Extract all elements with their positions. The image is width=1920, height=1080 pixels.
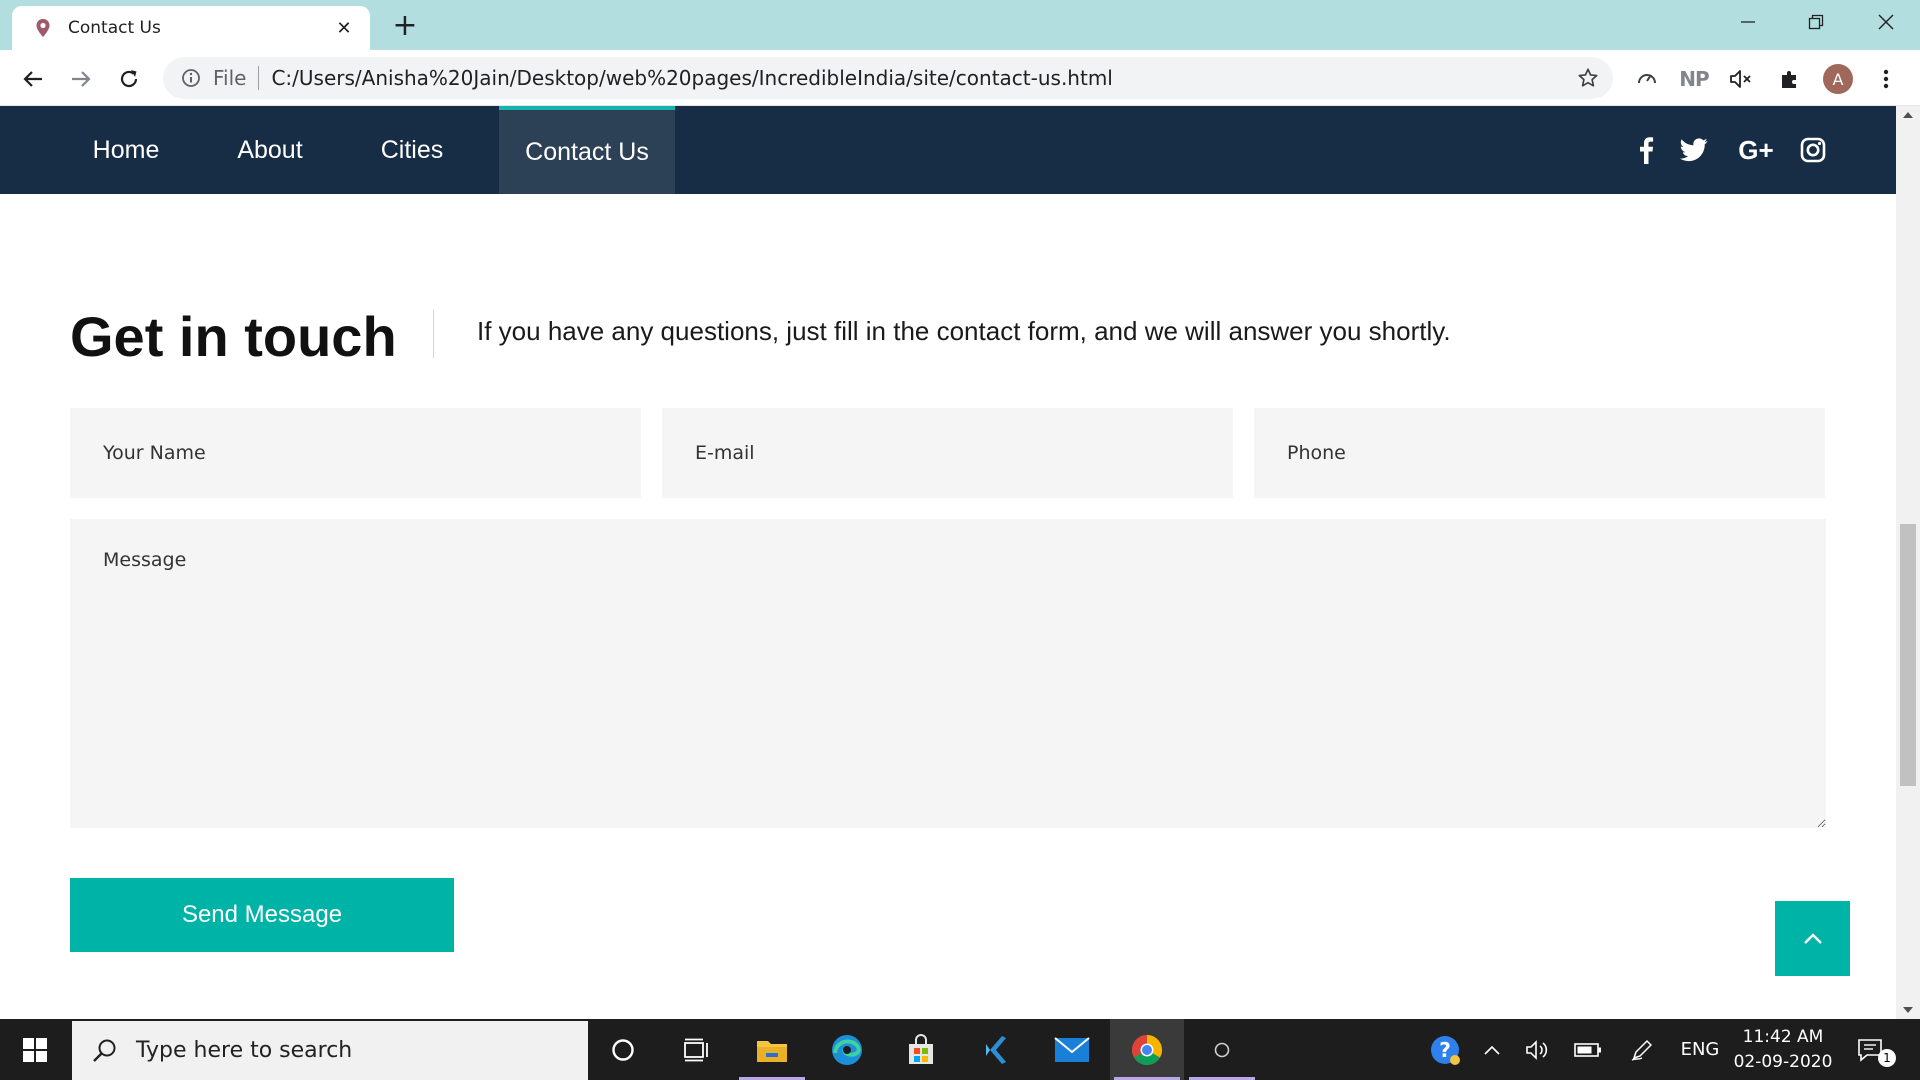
notification-count-badge: 1 — [1878, 1049, 1896, 1067]
visual-studio-code-icon[interactable] — [960, 1019, 1034, 1080]
contact-heading: Get in touch — [70, 305, 397, 368]
facebook-icon[interactable] — [1628, 132, 1664, 168]
clock-time: 11:42 AM — [1742, 1027, 1824, 1047]
windows-taskbar: Type here to search ? ENG 11:42 AM 02-09… — [0, 1019, 1920, 1080]
clock-date: 02-09-2020 — [1733, 1052, 1833, 1072]
tab-close-icon[interactable]: ✕ — [332, 16, 356, 40]
mute-tab-icon[interactable] — [1724, 61, 1760, 97]
microsoft-store-icon[interactable] — [884, 1019, 958, 1080]
volume-icon[interactable] — [1520, 1019, 1556, 1080]
restore-icon[interactable] — [1782, 0, 1850, 44]
name-field[interactable] — [70, 408, 641, 498]
email-field[interactable] — [662, 408, 1233, 498]
taskbar-search-placeholder: Type here to search — [136, 1038, 353, 1063]
np-extension-label: NP — [1679, 67, 1709, 91]
performance-gauge-icon[interactable] — [1629, 61, 1665, 97]
avatar-letter: A — [1823, 64, 1853, 94]
mail-icon[interactable] — [1035, 1019, 1109, 1080]
taskbar-search-box[interactable]: Type here to search — [72, 1021, 588, 1080]
help-icon[interactable]: ? — [1424, 1019, 1466, 1080]
minimize-icon[interactable] — [1714, 0, 1782, 44]
contact-lead-text: If you have any questions, just fill in … — [477, 316, 1451, 346]
task-view-icon[interactable] — [660, 1019, 734, 1080]
browser-toolbar: File C:/Users/Anisha%20Jain/Desktop/web%… — [0, 50, 1920, 106]
scroll-up-arrow-icon[interactable] — [1896, 106, 1920, 124]
page-scrollbar[interactable] — [1896, 106, 1920, 1019]
nav-home[interactable]: Home — [70, 106, 182, 194]
phone-field[interactable] — [1254, 408, 1825, 498]
twitter-icon[interactable] — [1676, 132, 1712, 168]
scroll-to-top-button[interactable] — [1775, 901, 1850, 976]
send-message-button[interactable]: Send Message — [70, 878, 454, 952]
edge-browser-icon[interactable] — [810, 1019, 884, 1080]
battery-icon[interactable] — [1568, 1019, 1608, 1080]
instagram-icon[interactable] — [1795, 132, 1831, 168]
language-label: ENG — [1680, 1039, 1720, 1060]
profile-avatar[interactable]: A — [1820, 61, 1856, 97]
scroll-down-arrow-icon[interactable] — [1896, 1001, 1920, 1019]
input-language-indicator[interactable]: ENG — [1670, 1019, 1730, 1080]
pen-workspace-icon[interactable] — [1624, 1019, 1660, 1080]
forward-icon[interactable] — [64, 62, 98, 96]
screen: Contact Us ✕ + File C:/Users/Anisha%20Ja… — [0, 0, 1920, 1080]
file-explorer-icon[interactable] — [735, 1019, 809, 1080]
back-icon[interactable] — [16, 62, 50, 96]
file-scheme-label: File — [213, 66, 247, 90]
heading-divider — [433, 310, 434, 358]
browser-tab[interactable]: Contact Us ✕ — [12, 6, 370, 50]
new-tab-button[interactable]: + — [388, 8, 422, 43]
site-info-icon[interactable] — [179, 66, 203, 90]
reload-icon[interactable] — [112, 62, 146, 96]
url-text[interactable]: C:/Users/Anisha%20Jain/Desktop/web%20pag… — [271, 66, 1571, 90]
tab-title: Contact Us — [68, 18, 161, 38]
nav-about[interactable]: About — [222, 106, 318, 194]
cortana-icon[interactable] — [586, 1019, 660, 1080]
app-running-icon[interactable] — [1185, 1019, 1259, 1080]
site-navbar: Home About Cities Contact Us G+ — [0, 106, 1896, 194]
browser-menu-icon[interactable] — [1868, 61, 1904, 97]
search-icon — [93, 1039, 116, 1062]
chrome-icon[interactable] — [1110, 1019, 1184, 1080]
scrollbar-thumb[interactable] — [1900, 524, 1916, 786]
nav-contact-us[interactable]: Contact Us — [499, 106, 675, 194]
map-pin-favicon-icon — [32, 17, 54, 39]
extensions-puzzle-icon[interactable] — [1772, 61, 1808, 97]
svg-text:?: ? — [1439, 1038, 1451, 1062]
message-field[interactable] — [70, 519, 1826, 828]
address-bar[interactable]: File C:/Users/Anisha%20Jain/Desktop/web%… — [163, 57, 1613, 99]
nav-cities[interactable]: Cities — [358, 106, 466, 194]
bookmark-star-icon[interactable] — [1571, 61, 1605, 95]
google-plus-icon[interactable]: G+ — [1734, 132, 1778, 168]
browser-tab-strip: Contact Us ✕ + — [0, 0, 1920, 50]
chevron-up-icon — [1803, 932, 1822, 944]
omnibox-divider — [258, 66, 260, 90]
show-hidden-icons-chevron-icon[interactable] — [1476, 1019, 1508, 1080]
np-extension-icon[interactable]: NP — [1676, 61, 1712, 97]
taskbar-clock[interactable]: 11:42 AM 02-09-2020 — [1728, 1025, 1838, 1075]
window-close-icon[interactable] — [1852, 0, 1920, 44]
windows-start-icon[interactable] — [0, 1019, 70, 1080]
page-viewport: Home About Cities Contact Us G+ Get in t… — [0, 106, 1920, 1019]
